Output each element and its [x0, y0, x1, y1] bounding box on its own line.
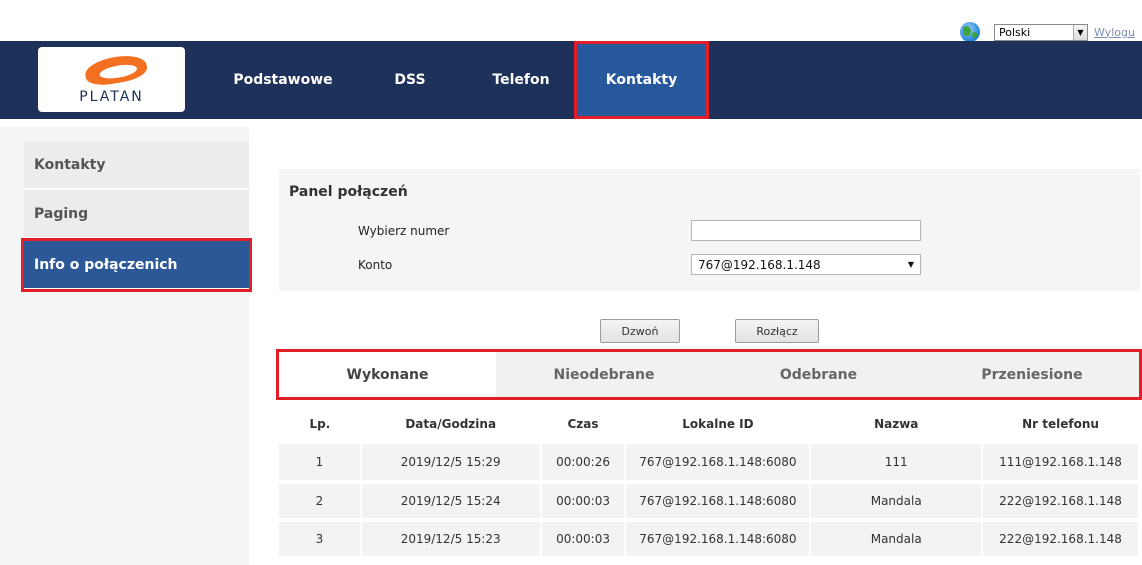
call-history-table: Lp. Data/Godzina Czas Lokalne ID Nazwa N…: [279, 404, 1140, 560]
nav-kontakty[interactable]: Kontakty: [574, 41, 709, 119]
platan-logo[interactable]: PLATAN: [38, 47, 185, 112]
account-label: Konto: [358, 258, 393, 272]
account-value: 767@192.168.1.148: [698, 257, 821, 272]
cell-name: 111: [810, 444, 984, 484]
cell-time: 00:00:03: [540, 482, 627, 522]
logo-text: PLATAN: [79, 89, 144, 105]
col-header-name: Nazwa: [810, 404, 983, 444]
utility-bar: Polski ▼ Wylogu: [960, 22, 1135, 42]
language-select[interactable]: Polski ▼: [994, 23, 1088, 41]
dial-number-input[interactable]: [691, 220, 921, 241]
cell-date: 2019/12/5 15:23: [360, 520, 542, 560]
cell-local-id: 767@192.168.1.148:6080: [625, 444, 812, 484]
hangup-button[interactable]: Rozłącz: [735, 319, 819, 343]
tab-odebrane[interactable]: Odebrane: [712, 352, 925, 397]
cell-local-id: 767@192.168.1.148:6080: [625, 520, 812, 560]
col-header-local-id: Lokalne ID: [625, 404, 811, 444]
col-header-time: Czas: [540, 404, 626, 444]
top-header: PLATAN Podstawowe DSS Telefon Kontakty: [0, 41, 1142, 119]
table-row[interactable]: 3 2019/12/5 15:23 00:00:03 767@192.168.1…: [279, 520, 1140, 560]
sidebar-item-info-o-polaczenich[interactable]: Info o połączenich: [21, 238, 252, 292]
cell-name: Mandala: [810, 482, 984, 522]
cell-date: 2019/12/5 15:24: [360, 482, 542, 522]
col-header-date: Data/Godzina: [360, 404, 541, 444]
chevron-down-icon[interactable]: ▼: [1073, 24, 1087, 40]
col-header-phone: Nr telefonu: [982, 404, 1139, 444]
tab-przeniesione[interactable]: Przeniesione: [925, 352, 1139, 397]
cell-phone: 111@192.168.1.148: [982, 444, 1140, 484]
cell-date: 2019/12/5 15:29: [360, 444, 542, 484]
logout-link[interactable]: Wylogu: [1094, 26, 1135, 39]
panel-title: Panel połączeń: [289, 184, 408, 200]
cell-time: 00:00:26: [540, 444, 627, 484]
cell-lp: 1: [279, 444, 362, 484]
cell-lp: 2: [279, 482, 362, 522]
nav-telefon[interactable]: Telefon: [475, 41, 567, 119]
table-row[interactable]: 2 2019/12/5 15:24 00:00:03 767@192.168.1…: [279, 482, 1140, 522]
globe-icon: [960, 22, 980, 42]
chevron-down-icon: ▼: [907, 260, 914, 269]
call-history-tabs: Wykonane Nieodebrane Odebrane Przeniesio…: [276, 349, 1142, 400]
nav-podstawowe[interactable]: Podstawowe: [218, 41, 348, 119]
logo-swoosh-icon: [83, 51, 149, 89]
cell-local-id: 767@192.168.1.148:6080: [625, 482, 812, 522]
call-panel: Panel połączeń Wybierz numer Konto 767@1…: [279, 169, 1140, 291]
col-header-lp: Lp.: [279, 404, 361, 444]
tab-wykonane[interactable]: Wykonane: [279, 352, 496, 397]
cell-lp: 3: [279, 520, 362, 560]
account-select[interactable]: 767@192.168.1.148 ▼: [691, 254, 921, 275]
sidebar: Kontakty Paging Info o połączenich: [0, 127, 252, 565]
cell-name: Mandala: [810, 520, 984, 560]
sidebar-item-kontakty[interactable]: Kontakty: [24, 141, 249, 189]
call-button[interactable]: Dzwoń: [600, 319, 680, 343]
table-header-row: Lp. Data/Godzina Czas Lokalne ID Nazwa N…: [279, 404, 1139, 444]
tab-nieodebrane[interactable]: Nieodebrane: [496, 352, 712, 397]
cell-phone: 222@192.168.1.148: [982, 520, 1140, 560]
cell-phone: 222@192.168.1.148: [982, 482, 1140, 522]
language-value: Polski: [999, 25, 1031, 39]
table-row[interactable]: 1 2019/12/5 15:29 00:00:26 767@192.168.1…: [279, 444, 1140, 484]
cell-time: 00:00:03: [540, 520, 627, 560]
sidebar-item-paging[interactable]: Paging: [24, 190, 249, 238]
nav-dss[interactable]: DSS: [380, 41, 440, 119]
dial-number-label: Wybierz numer: [358, 224, 450, 238]
